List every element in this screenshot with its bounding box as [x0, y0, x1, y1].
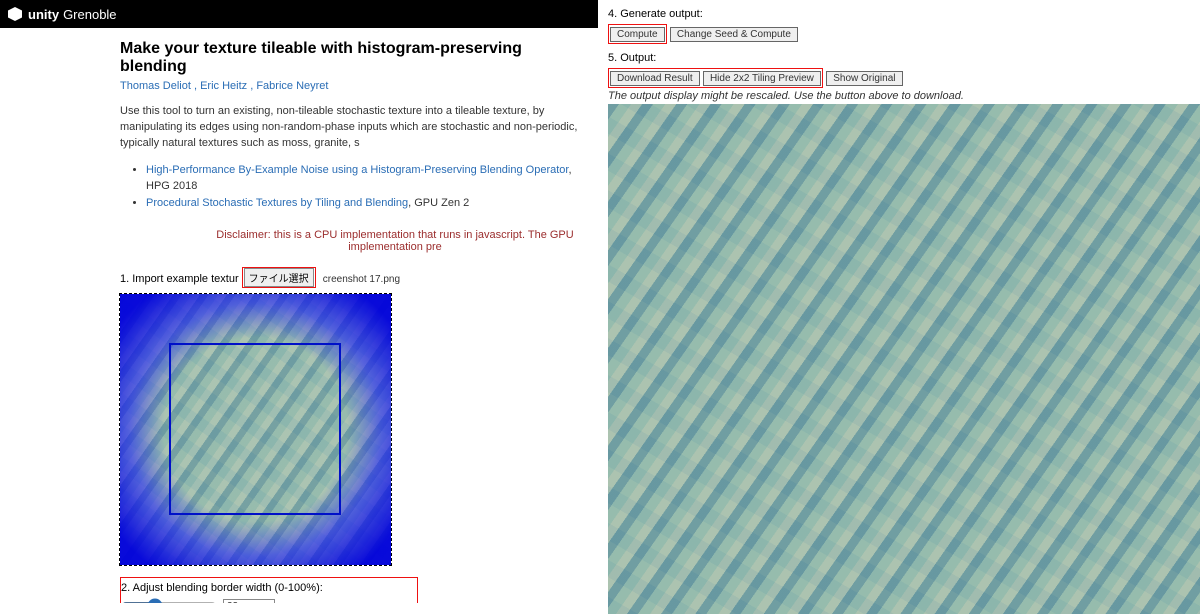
- intro-text: Use this tool to turn an existing, non-t…: [120, 104, 590, 152]
- left-column: Make your texture tileable with histogra…: [0, 28, 590, 603]
- author-link[interactable]: Fabrice Neyret: [256, 80, 328, 92]
- author-link[interactable]: Eric Heitz: [200, 80, 247, 92]
- authors-line: Thomas Deliot , Eric Heitz , Fabrice Ney…: [120, 80, 590, 92]
- input-texture-preview: [120, 294, 391, 565]
- reference-item: High-Performance By-Example Noise using …: [146, 162, 590, 195]
- step-output-label: 5. Output:: [608, 52, 1200, 64]
- step-generate-label: 4. Generate output:: [608, 8, 1200, 20]
- highlight-box: 2. Adjust blending border width (0-100%)…: [120, 577, 418, 603]
- step-import: 1. Import example textur ファイル選択 creensho…: [120, 267, 590, 288]
- page-title: Make your texture tileable with histogra…: [120, 40, 590, 76]
- change-seed-compute-button[interactable]: Change Seed & Compute: [670, 27, 798, 42]
- right-column: 4. Generate output: Compute Change Seed …: [598, 0, 1200, 603]
- generate-button-row: Compute Change Seed & Compute: [608, 24, 1200, 44]
- file-select-button[interactable]: ファイル選択: [244, 268, 314, 287]
- unity-logo-icon: [8, 7, 22, 21]
- import-label: 1. Import example textur: [120, 273, 239, 285]
- show-original-button[interactable]: Show Original: [826, 71, 902, 86]
- border-width-input[interactable]: 33: [223, 599, 275, 603]
- author-link[interactable]: Thomas Deliot: [120, 80, 191, 92]
- disclaimer-text: Disclaimer: this is a CPU implementation…: [200, 229, 590, 253]
- references-list: High-Performance By-Example Noise using …: [120, 162, 590, 212]
- reference-link[interactable]: Procedural Stochastic Textures by Tiling…: [146, 197, 408, 209]
- highlight-box: ファイル選択: [242, 267, 316, 288]
- output-button-row: Download Result Hide 2x2 Tiling Preview …: [608, 68, 1200, 88]
- border-width-slider[interactable]: [121, 598, 217, 603]
- output-note: The output display might be rescaled. Us…: [608, 90, 1200, 102]
- hide-tiling-preview-button[interactable]: Hide 2x2 Tiling Preview: [703, 71, 821, 86]
- compute-button[interactable]: Compute: [610, 27, 665, 42]
- highlight-box: Download Result Hide 2x2 Tiling Preview: [608, 68, 823, 88]
- brand-label: unity: [28, 7, 59, 22]
- download-result-button[interactable]: Download Result: [610, 71, 700, 86]
- reference-item: Procedural Stochastic Textures by Tiling…: [146, 195, 590, 212]
- selected-filename: creenshot 17.png: [323, 274, 400, 285]
- step-border-label: 2. Adjust blending border width (0-100%)…: [121, 582, 411, 594]
- highlight-box: Compute: [608, 24, 667, 44]
- reference-link[interactable]: High-Performance By-Example Noise using …: [146, 164, 568, 176]
- texture-image: [120, 294, 391, 565]
- border-slider-row: 33: [121, 598, 411, 603]
- output-texture-preview: [608, 104, 1200, 614]
- site-label: Grenoble: [63, 7, 116, 22]
